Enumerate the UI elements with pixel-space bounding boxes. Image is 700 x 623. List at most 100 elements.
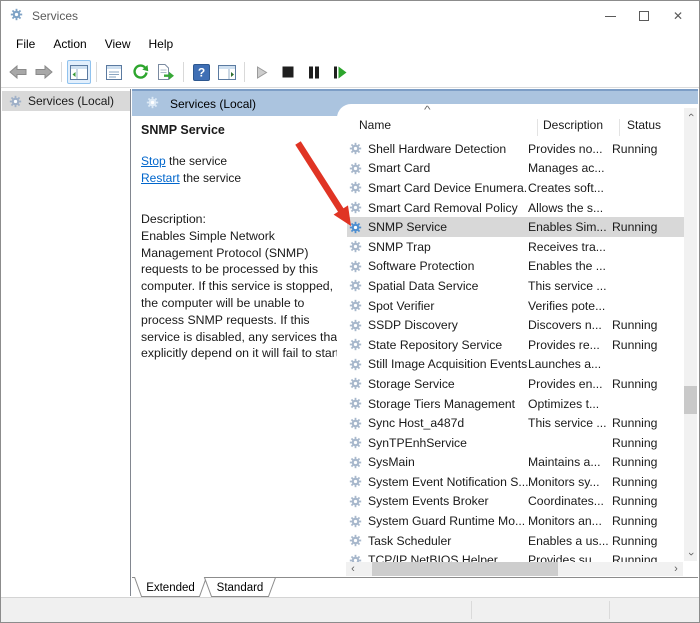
- restart-suffix: the service: [180, 171, 241, 185]
- service-name: Smart Card Removal Policy: [368, 201, 528, 215]
- gear-icon: [349, 221, 362, 234]
- svg-text:Extended: Extended: [146, 582, 195, 594]
- gear-icon: [349, 181, 362, 194]
- services-list: Shell Hardware Detection Provides no... …: [347, 139, 684, 562]
- scroll-up-button[interactable]: ‹: [684, 108, 697, 122]
- chevron-right-icon: ›: [674, 563, 678, 575]
- chevron-up-icon: ‹: [684, 113, 696, 117]
- gear-icon: [349, 377, 362, 390]
- scroll-left-button[interactable]: ‹: [346, 562, 360, 576]
- table-row[interactable]: Task Scheduler Enables a us... Running: [347, 531, 684, 551]
- service-status: Running: [612, 318, 670, 332]
- back-icon: [9, 65, 27, 79]
- column-separator[interactable]: [537, 119, 538, 136]
- service-description: Coordinates...: [528, 494, 612, 508]
- table-row[interactable]: Storage Tiers Management Optimizes t...: [347, 394, 684, 414]
- table-row[interactable]: State Repository Service Provides re... …: [347, 335, 684, 355]
- service-name: Software Protection: [368, 259, 528, 273]
- service-description: Monitors an...: [528, 514, 612, 528]
- table-row[interactable]: Smart Card Manages ac...: [347, 159, 684, 179]
- column-separator[interactable]: [619, 119, 620, 136]
- service-name: Storage Service: [368, 377, 528, 391]
- table-row[interactable]: Smart Card Device Enumera... Creates sof…: [347, 178, 684, 198]
- scroll-down-button[interactable]: ›: [684, 547, 697, 561]
- table-row[interactable]: SynTPEnhService Running: [347, 433, 684, 453]
- service-description: Monitors sy...: [528, 475, 612, 489]
- service-description: Allows the s...: [528, 201, 612, 215]
- restart-service-button[interactable]: [328, 60, 352, 84]
- help-button[interactable]: ?: [189, 60, 213, 84]
- service-name: TCP/IP NetBIOS Helper: [368, 553, 528, 562]
- table-row[interactable]: SNMP Service Enables Sim... Running: [347, 217, 684, 237]
- table-row[interactable]: Spot Verifier Verifies pote...: [347, 296, 684, 316]
- service-name: Storage Tiers Management: [368, 397, 528, 411]
- menu-item-help[interactable]: Help: [140, 34, 183, 54]
- minimize-button[interactable]: [595, 1, 625, 31]
- vertical-scrollbar[interactable]: ‹ ›: [684, 108, 697, 561]
- forward-button[interactable]: [32, 60, 56, 84]
- table-row[interactable]: Shell Hardware Detection Provides no... …: [347, 139, 684, 159]
- table-row[interactable]: Sync Host_a487d This service ... Running: [347, 413, 684, 433]
- table-row[interactable]: System Guard Runtime Mo... Monitors an..…: [347, 511, 684, 531]
- stop-link[interactable]: Stop: [141, 154, 166, 168]
- menubar: File Action View Help: [1, 31, 699, 57]
- show-hide-console-tree-button[interactable]: [67, 60, 91, 84]
- extended-pane: SNMP Service Stop the service Restart th…: [141, 116, 347, 362]
- forward-icon: [35, 65, 53, 79]
- service-description: Creates soft...: [528, 181, 612, 195]
- menu-item-file[interactable]: File: [7, 34, 44, 54]
- service-status: Running: [612, 416, 670, 430]
- service-description: Discovers n...: [528, 318, 612, 332]
- properties-button[interactable]: [102, 60, 126, 84]
- menu-item-view[interactable]: View: [96, 34, 140, 54]
- table-row[interactable]: Smart Card Removal Policy Allows the s..…: [347, 198, 684, 218]
- tree-item-label: Services (Local): [28, 94, 114, 108]
- back-button[interactable]: [6, 60, 30, 84]
- service-description: This service ...: [528, 279, 612, 293]
- selected-service-title: SNMP Service: [141, 123, 347, 137]
- horizontal-scrollbar[interactable]: ‹ ›: [346, 562, 683, 576]
- column-header-status[interactable]: Status: [627, 118, 661, 132]
- refresh-button[interactable]: [128, 60, 152, 84]
- table-row[interactable]: SysMain Maintains a... Running: [347, 453, 684, 473]
- table-row[interactable]: SSDP Discovery Discovers n... Running: [347, 315, 684, 335]
- tab-standard[interactable]: Standard: [203, 577, 277, 597]
- maximize-button[interactable]: [629, 1, 659, 31]
- statusbar-separator: [609, 601, 610, 619]
- start-service-button[interactable]: [250, 60, 274, 84]
- table-row[interactable]: Software Protection Enables the ...: [347, 257, 684, 277]
- service-status: Running: [612, 220, 670, 234]
- description-label: Description:: [141, 211, 347, 228]
- column-header-name[interactable]: Name: [359, 118, 391, 132]
- scroll-right-button[interactable]: ›: [669, 562, 683, 576]
- gear-icon: [349, 534, 362, 547]
- restart-link[interactable]: Restart: [141, 171, 180, 185]
- table-row[interactable]: SNMP Trap Receives tra...: [347, 237, 684, 257]
- table-row[interactable]: System Event Notification S... Monitors …: [347, 472, 684, 492]
- vertical-scrollbar-thumb[interactable]: [684, 386, 697, 414]
- tab-extended[interactable]: Extended: [133, 577, 207, 597]
- show-hide-action-pane-button[interactable]: [215, 60, 239, 84]
- service-description: Provides re...: [528, 338, 612, 352]
- maximize-icon: [639, 11, 649, 21]
- tree-item-services-local[interactable]: Services (Local): [2, 91, 130, 111]
- menu-item-action[interactable]: Action: [44, 34, 95, 54]
- service-description: Verifies pote...: [528, 299, 612, 313]
- close-button[interactable]: ✕: [663, 1, 693, 31]
- stop-service-button[interactable]: [276, 60, 300, 84]
- service-description: Receives tra...: [528, 240, 612, 254]
- gear-icon: [349, 240, 362, 253]
- service-status: Running: [612, 534, 670, 548]
- table-row[interactable]: Storage Service Provides en... Running: [347, 374, 684, 394]
- horizontal-scrollbar-thumb[interactable]: [372, 562, 558, 576]
- table-row[interactable]: Still Image Acquisition Events Launches …: [347, 355, 684, 375]
- table-row[interactable]: Spatial Data Service This service ...: [347, 276, 684, 296]
- table-row[interactable]: TCP/IP NetBIOS Helper Provides su... Run…: [347, 550, 684, 562]
- column-header-description[interactable]: Description: [543, 118, 603, 132]
- service-status: Running: [612, 142, 670, 156]
- export-list-button[interactable]: [154, 60, 178, 84]
- pause-service-button[interactable]: [302, 60, 326, 84]
- service-name: Task Scheduler: [368, 534, 528, 548]
- service-description: Maintains a...: [528, 455, 612, 469]
- table-row[interactable]: System Events Broker Coordinates... Runn…: [347, 492, 684, 512]
